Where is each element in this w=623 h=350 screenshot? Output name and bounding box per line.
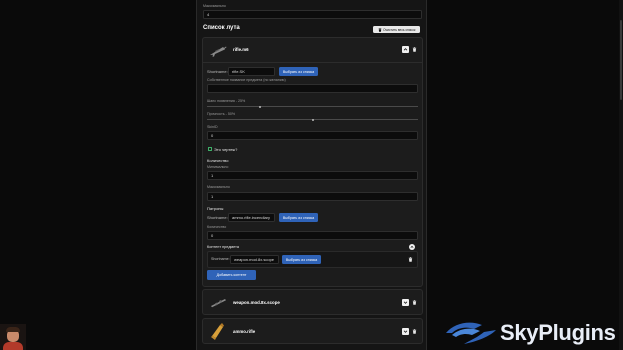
card-divider [203,62,422,63]
page-scrollbar[interactable] [619,0,623,350]
custom-name-label: Собственное название предмета (по желани… [207,78,286,82]
ammo-shortname-label: Shortname: [207,215,228,220]
blueprint-checkbox[interactable] [208,147,212,151]
trash-icon [412,47,417,52]
chevron-down-icon [403,301,408,304]
blueprint-label: Это чертеж? [214,147,238,152]
chevron-up-icon [410,245,414,248]
loot-item-card: weapon.mod.8x.scope [202,289,423,315]
add-content-button[interactable]: Добавить контент [207,270,256,280]
expand-button[interactable] [402,328,409,335]
custom-name-input[interactable] [207,84,418,93]
chance-label: Шанс появления - 25% [207,99,246,103]
trash-icon [408,257,413,262]
brand-watermark: SkyPlugins [444,318,619,348]
durability-slider-thumb[interactable] [311,118,314,121]
loot-list-heading: Список лута [203,25,240,31]
chevron-down-icon [403,330,408,333]
settings-column: Максимально 4 Список лута Очистить весь … [196,0,427,350]
hair [6,327,20,332]
scrollbar-thumb[interactable] [620,20,622,100]
content-choose-button[interactable]: Выбрать из списка [282,255,321,264]
shirt [3,342,23,350]
item-name: rifle.m6 [233,47,249,52]
ammo-qty-input[interactable]: 0 [207,231,418,240]
loot-item-card: ammo.rifle [202,318,423,344]
max-label: Максимально [207,185,230,189]
delete-content-button[interactable] [407,256,414,263]
trash-icon [412,300,417,305]
min-input[interactable]: 1 [207,171,418,180]
content-shortname-label: Shortname: [211,257,230,261]
ammo-heading: Патроны [207,206,224,211]
contents-heading: Контент предмета [207,245,239,249]
durability-label: Прочность - 50% [207,112,236,116]
chance-slider-thumb[interactable] [258,105,261,108]
chance-slider[interactable] [207,106,418,107]
loot-item-card: rifle.m6 Shortname: rifle.SK Выбрать из … [202,37,423,287]
skyplugins-logo-icon [446,322,496,344]
collapse-button[interactable] [402,46,409,53]
skin-label: SkinID [207,125,218,129]
trash-icon [378,27,382,32]
max-input[interactable]: 4 [203,10,422,19]
expand-button[interactable] [402,299,409,306]
ammo-icon [211,323,224,340]
skin-input[interactable]: 0 [207,131,418,140]
ammo-shortname-input[interactable]: ammo.rifle.incendiary [228,213,275,222]
item-name: ammo.rifle [233,329,256,334]
delete-item-button[interactable] [411,46,418,53]
delete-item-button[interactable] [411,328,418,335]
brand-name: SkyPlugins [500,320,616,345]
rifle-icon [210,46,227,57]
max-label: Максимально [203,4,226,8]
chevron-up-icon [403,48,408,51]
content-shortname-input[interactable]: weapon.mod.8x.scope [230,255,279,264]
item-name: weapon.mod.8x.scope [233,300,280,305]
max-input[interactable]: 1 [207,192,418,201]
shortname-label: Shortname: [207,69,228,74]
ammo-qty-label: Количество [207,225,227,229]
clear-all-button[interactable]: Очистить весь список [373,26,420,33]
delete-item-button[interactable] [411,299,418,306]
webcam-overlay [0,324,26,350]
content-row: Shortname: weapon.mod.8x.scope Выбрать и… [207,251,418,268]
scope-icon [211,299,226,308]
contents-collapse-button[interactable] [409,244,415,250]
shortname-input[interactable]: rifle.SK [228,67,275,76]
choose-from-list-button[interactable]: Выбрать из списка [279,67,318,76]
quantity-heading: Количество [207,158,229,163]
trash-icon [412,329,417,334]
min-label: Минимально [207,165,229,169]
clear-all-label: Очистить весь список [383,27,416,32]
ammo-choose-button[interactable]: Выбрать из списка [279,213,318,222]
